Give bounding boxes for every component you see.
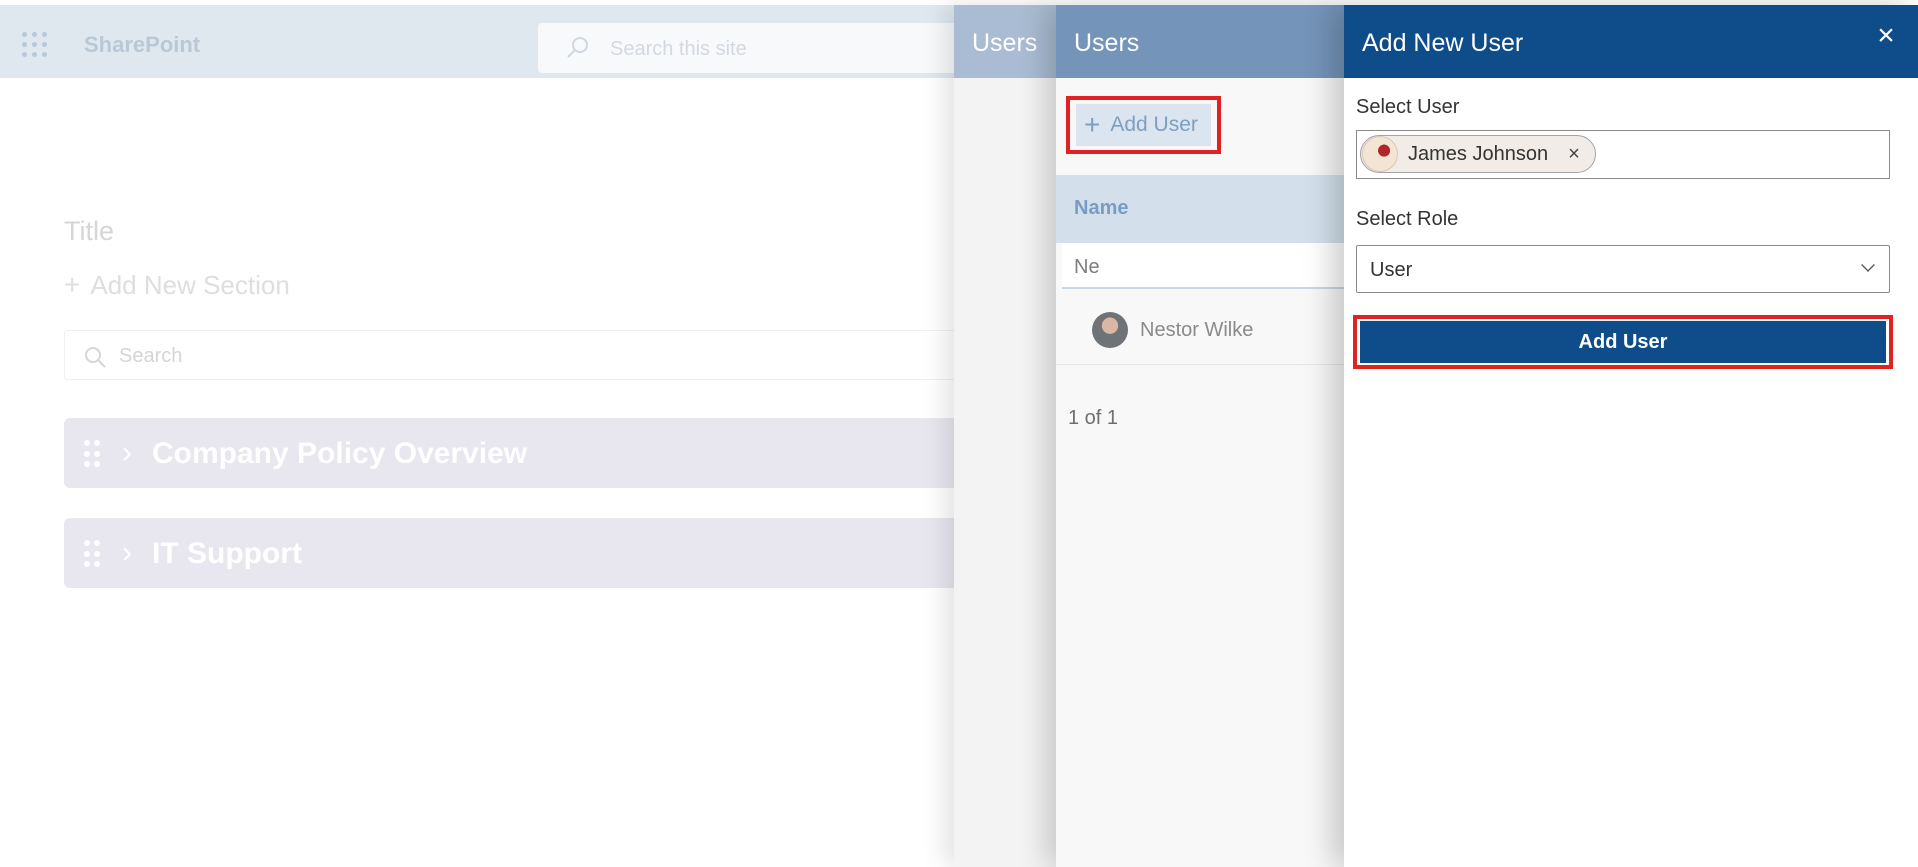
role-dropdown-value: User bbox=[1370, 259, 1413, 281]
add-new-section-label: Add New Section bbox=[90, 270, 290, 300]
selected-user-pill[interactable]: James Johnson × bbox=[1360, 135, 1596, 173]
close-icon[interactable]: × bbox=[1871, 21, 1901, 51]
add-new-user-header: Add New User × bbox=[1344, 5, 1918, 78]
user-name: Nestor Wilke bbox=[1140, 319, 1254, 341]
search-icon bbox=[567, 37, 588, 58]
page-search-placeholder: Search bbox=[119, 345, 183, 367]
accordion-company-policy-overview[interactable]: › Company Policy Overview bbox=[64, 418, 964, 488]
site-search-box[interactable]: Search this site bbox=[538, 23, 958, 73]
name-filter-input[interactable]: Ne bbox=[1062, 243, 1352, 289]
users-panel-title: Users bbox=[1074, 29, 1140, 57]
add-user-button-label: Add User bbox=[1110, 113, 1198, 136]
drag-handle-icon[interactable] bbox=[84, 540, 100, 568]
brand-name[interactable]: SharePoint bbox=[84, 32, 200, 58]
avatar bbox=[1092, 312, 1128, 348]
avatar bbox=[1362, 136, 1398, 172]
add-new-user-panel: Add New User × Select User James Johnson… bbox=[1344, 5, 1918, 867]
submit-highlight: Add User bbox=[1353, 315, 1893, 369]
add-user-button[interactable]: + Add User bbox=[1076, 104, 1211, 146]
add-new-section-link[interactable]: + Add New Section bbox=[64, 269, 290, 301]
page-search-box[interactable]: Search bbox=[64, 330, 964, 380]
add-user-submit-button[interactable]: Add User bbox=[1360, 321, 1886, 363]
select-role-label: Select Role bbox=[1356, 208, 1459, 230]
table-row[interactable]: Nestor Wilke bbox=[1056, 295, 1346, 365]
selected-user-name: James Johnson bbox=[1408, 142, 1549, 165]
plus-icon: + bbox=[1084, 109, 1101, 140]
role-dropdown[interactable]: User bbox=[1356, 245, 1890, 293]
search-icon bbox=[85, 347, 106, 368]
add-user-highlight: + Add User bbox=[1066, 96, 1221, 154]
drag-handle-icon[interactable] bbox=[84, 440, 100, 468]
pager-text: 1 of 1 bbox=[1068, 407, 1119, 429]
chevron-down-icon bbox=[1861, 258, 1875, 272]
select-user-label: Select User bbox=[1356, 96, 1460, 118]
people-picker-input[interactable]: James Johnson × bbox=[1356, 130, 1890, 179]
plus-icon: + bbox=[64, 269, 81, 300]
chevron-right-icon: › bbox=[122, 536, 132, 569]
add-new-user-title: Add New User bbox=[1362, 29, 1524, 57]
page-title: Title bbox=[64, 216, 115, 246]
users-panel: Users + Add User Name Ne Nestor Wilke 1 … bbox=[1056, 5, 1352, 867]
accordion-label: Company Policy Overview bbox=[152, 437, 528, 470]
users-panel-collapsed: Users bbox=[954, 5, 1058, 867]
users-panel-collapsed-title: Users bbox=[972, 29, 1038, 57]
accordion-it-support[interactable]: › IT Support bbox=[64, 518, 964, 588]
name-filter-value: Ne bbox=[1074, 256, 1100, 278]
users-panel-collapsed-header: Users bbox=[954, 5, 1058, 78]
accordion-label: IT Support bbox=[152, 537, 302, 570]
site-search-placeholder: Search this site bbox=[610, 38, 747, 60]
users-panel-header: Users bbox=[1056, 5, 1346, 78]
chevron-right-icon: › bbox=[122, 436, 132, 469]
name-column-label: Name bbox=[1074, 197, 1129, 219]
remove-user-icon[interactable]: × bbox=[1568, 143, 1580, 166]
name-column-header[interactable]: Name bbox=[1056, 175, 1346, 243]
app-launcher-icon[interactable] bbox=[22, 32, 48, 58]
